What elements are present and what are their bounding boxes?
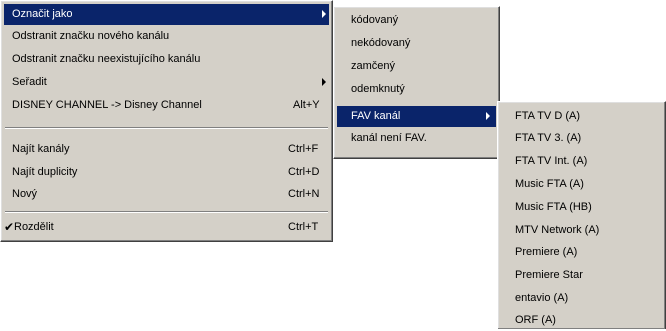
menu-item-label: kódovaný (351, 14, 399, 26)
menu-item-label: FTA TV 3. (A) (515, 132, 582, 144)
menu-item-locked[interactable]: zamčený (337, 56, 496, 77)
menu-item-shortcut: Alt+Y (293, 99, 320, 111)
menu-item-encrypted[interactable]: kódovaný (337, 10, 496, 31)
menu-item-fav-list[interactable]: Premiere (A) (501, 242, 662, 263)
menu-item-find-channels[interactable]: Najít kanály Ctrl+F (4, 139, 329, 160)
checkmark-icon: ✔ (4, 220, 15, 234)
menu-item-label: odemknutý (351, 83, 405, 95)
menu-item-label: Music FTA (HB) (515, 201, 592, 213)
menu-item-fav-list[interactable]: FTA TV Int. (A) (501, 151, 662, 172)
menu-item-label: Najít kanály (12, 143, 70, 155)
menu-item-label: nekódovaný (351, 37, 411, 49)
menu-item-label: FTA TV Int. (A) (515, 155, 588, 167)
menu-item-label: Rozdělit (14, 221, 54, 233)
menu-item-label: FTA TV D (A) (515, 110, 580, 122)
menu-item-not-fav[interactable]: kanál není FAV. (337, 128, 496, 149)
menu-item-fav-list[interactable]: Music FTA (A) (501, 174, 662, 195)
menu-item-label: Seřadit (12, 76, 47, 88)
menu-item-shortcut: Ctrl+F (288, 143, 319, 155)
submenu-arrow-icon (322, 78, 326, 86)
menu-item-label: DISNEY CHANNEL -> Disney Channel (12, 99, 202, 111)
menu-separator (5, 127, 328, 129)
menu-item-sort[interactable]: Seřadit (4, 72, 329, 93)
menu-item-label: zamčený (351, 60, 396, 72)
menu-item-label: ORF (A) (515, 314, 556, 326)
menu-item-label: Odstranit značku neexistujícího kanálu (12, 53, 201, 65)
menu-item-unlocked[interactable]: odemknutý (337, 79, 496, 100)
menu-item-fav-list[interactable]: FTA TV D (A) (501, 106, 662, 127)
menu-item-label: entavio (A) (515, 292, 569, 304)
submenu-arrow-icon (322, 10, 326, 18)
menu-item-remove-new-mark[interactable]: Odstranit značku nového kanálu (4, 26, 329, 47)
submenu-mark-as: kódovaný nekódovaný zamčený odemknutý FA… (333, 6, 500, 159)
menu-item-label: Označit jako (12, 8, 73, 20)
menu-item-label: Music FTA (A) (515, 178, 584, 190)
menu-item-shortcut: Ctrl+D (288, 166, 320, 178)
menu-item-fav-list[interactable]: MTV Network (A) (501, 220, 662, 241)
menu-item-fav-list[interactable]: Premiere Star (501, 265, 662, 286)
menu-item-split[interactable]: ✔ Rozdělit Ctrl+T (4, 217, 329, 238)
menu-item-fav-list[interactable]: Music FTA (HB) (501, 197, 662, 218)
submenu-arrow-icon (486, 112, 490, 120)
menu-item-label: kanál není FAV. (351, 132, 427, 144)
menu-item-rename-disney[interactable]: DISNEY CHANNEL -> Disney Channel Alt+Y (4, 95, 329, 116)
submenu-fav-lists: FTA TV D (A) FTA TV 3. (A) FTA TV Int. (… (497, 101, 666, 329)
menu-item-unencrypted[interactable]: nekódovaný (337, 33, 496, 54)
menu-item-label: Najít duplicity (12, 166, 78, 178)
menu-item-label: Nový (12, 188, 38, 200)
menu-separator (5, 211, 328, 213)
menu-item-remove-nonexistent-mark[interactable]: Odstranit značku neexistujícího kanálu (4, 49, 329, 70)
menu-item-fav-list[interactable]: entavio (A) (501, 288, 662, 309)
menu-item-fav-channel[interactable]: FAV kanál (337, 106, 496, 127)
menu-item-label: Odstranit značku nového kanálu (12, 30, 170, 42)
menu-item-mark-as[interactable]: Označit jako (4, 4, 329, 25)
menu-item-label: MTV Network (A) (515, 224, 600, 236)
menu-item-fav-list[interactable]: FTA TV 3. (A) (501, 128, 662, 149)
menu-item-label: FAV kanál (351, 110, 401, 122)
menu-item-label: Premiere (A) (515, 246, 578, 258)
menu-item-fav-list[interactable]: ORF (A) (501, 310, 662, 331)
menu-item-find-duplicates[interactable]: Najít duplicity Ctrl+D (4, 162, 329, 183)
menu-item-new[interactable]: Nový Ctrl+N (4, 184, 329, 205)
context-menu-main: Označit jako Odstranit značku nového kan… (0, 0, 333, 242)
menu-item-shortcut: Ctrl+T (288, 221, 319, 233)
menu-item-shortcut: Ctrl+N (288, 188, 320, 200)
menu-item-label: Premiere Star (515, 269, 583, 281)
